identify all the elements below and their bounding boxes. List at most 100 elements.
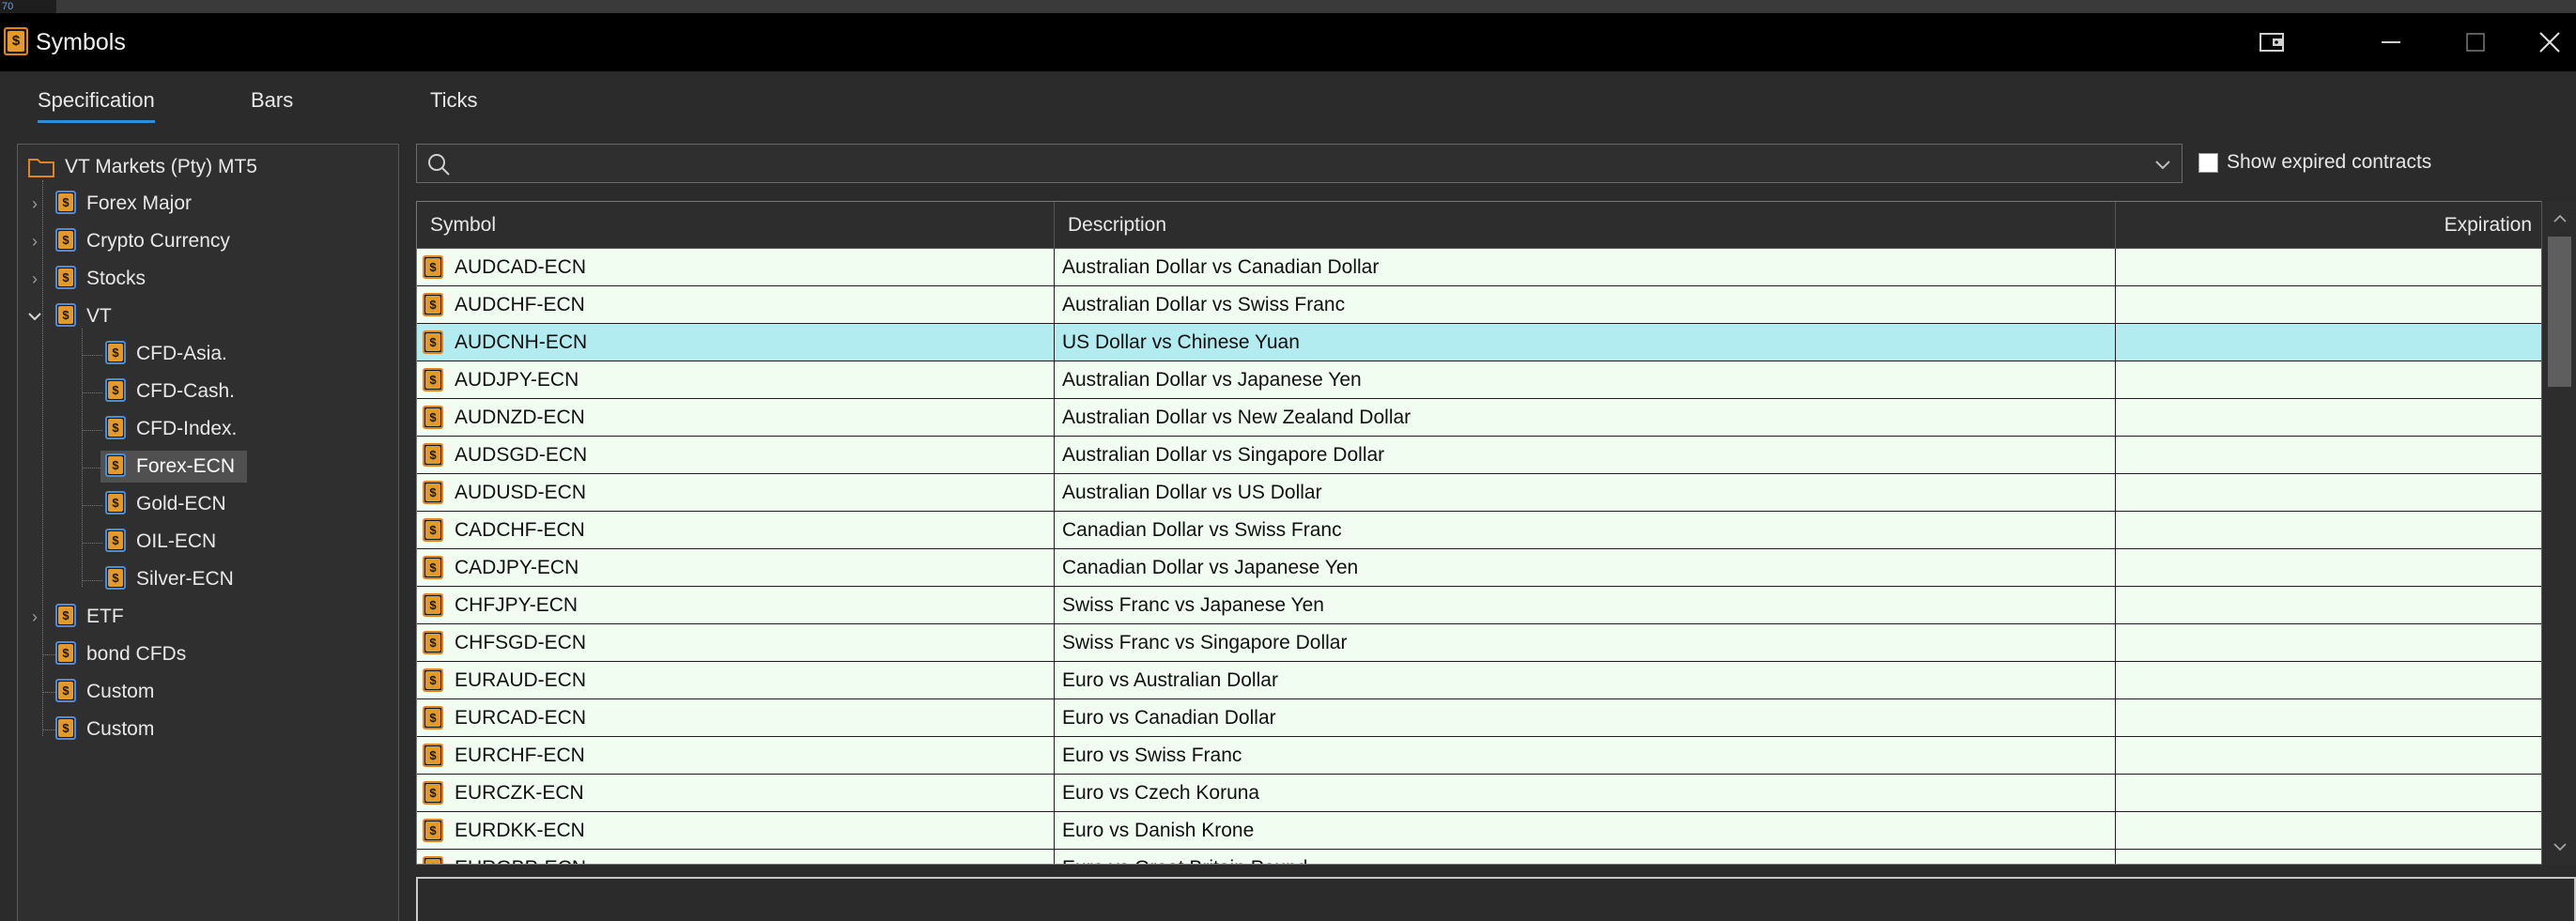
cell-symbol: AUDCNH-ECN: [455, 331, 588, 353]
tree-item-label: CFD-Asia.: [136, 343, 227, 364]
column-separator: [1054, 249, 1055, 864]
chevron-down-icon[interactable]: [27, 309, 42, 324]
table-row[interactable]: $ EURAUD-ECN Euro vs Australian Dollar: [417, 662, 2541, 699]
chevron-right-icon[interactable]: ›: [27, 269, 42, 288]
cell-symbol: AUDUSD-ECN: [455, 482, 587, 503]
vertical-scrollbar[interactable]: [2541, 201, 2576, 865]
table-row[interactable]: $ CHFJPY-ECN Swiss Franc vs Japanese Yen: [417, 587, 2541, 624]
cell-description: Australian Dollar vs Japanese Yen: [1062, 369, 1362, 391]
table-row[interactable]: $ AUDSGD-ECN Australian Dollar vs Singapor…: [417, 437, 2541, 474]
tree-item-label: Silver-ECN: [136, 568, 234, 590]
symbol-tree[interactable]: VT Markets (Pty) MT5 › $ Forex Major › $…: [17, 144, 399, 921]
dollar-coin-icon: $: [423, 706, 443, 729]
cell-description: Euro vs Danish Krone: [1062, 820, 1255, 841]
cell-symbol: AUDCHF-ECN: [455, 294, 585, 315]
scroll-down-icon[interactable]: [2542, 837, 2576, 861]
close-button[interactable]: [2522, 13, 2576, 71]
tree-item-label: Forex-ECN: [136, 455, 236, 477]
cell-description: Canadian Dollar vs Swiss Franc: [1062, 519, 1342, 541]
tab-specification[interactable]: Specification: [38, 88, 155, 123]
tab-ticks[interactable]: Ticks: [430, 88, 478, 120]
cell-symbol: CADCHF-ECN: [455, 519, 585, 541]
cell-symbol: CHFSGD-ECN: [455, 632, 586, 653]
tree-root-label: VT Markets (Pty) MT5: [65, 156, 257, 177]
checkbox[interactable]: [2198, 152, 2218, 173]
dollar-coin-icon: $: [423, 330, 443, 354]
cell-description: Australian Dollar vs New Zealand Dollar: [1062, 407, 1411, 428]
table-row[interactable]: $ CADCHF-ECN Canadian Dollar vs Swiss Fran…: [417, 512, 2541, 549]
tree-item-label: CFD-Cash.: [136, 380, 236, 402]
tree-item-label: VT: [86, 305, 112, 327]
dollar-coin-icon: $: [423, 368, 443, 391]
column-separator[interactable]: [2115, 202, 2116, 249]
cell-symbol: EURCAD-ECN: [455, 707, 587, 729]
table-row[interactable]: $ CHFSGD-ECN Swiss Franc vs Singapore Doll…: [417, 624, 2541, 662]
column-header-symbol[interactable]: Symbol: [430, 202, 496, 249]
tree-connector: [82, 392, 102, 393]
cell-symbol: AUDJPY-ECN: [455, 369, 579, 391]
cell-description: Euro vs Swiss Franc: [1062, 744, 1242, 766]
tree-connector: [42, 180, 43, 736]
dollar-coin-icon: $: [423, 744, 443, 767]
table-row[interactable]: $ EURCZK-ECN Euro vs Czech Koruna: [417, 775, 2541, 812]
chevron-right-icon[interactable]: ›: [27, 194, 42, 213]
taskbar-indicator: 70: [0, 0, 56, 13]
table-row[interactable]: $ EURGBP-ECN Euro vs Great Britain Pound: [417, 850, 2541, 864]
dollar-coin-icon: $: [423, 293, 443, 316]
table-row[interactable]: $ AUDCAD-ECN Australian Dollar vs Canadian…: [417, 249, 2541, 286]
column-separator: [2115, 249, 2116, 864]
tree-connector: [82, 543, 102, 544]
dollar-coin-icon: $: [55, 604, 76, 633]
cell-description: Euro vs Canadian Dollar: [1062, 707, 1276, 729]
column-header-expiration[interactable]: Expiration: [2445, 202, 2532, 249]
dollar-coin-icon: $: [423, 406, 443, 429]
show-expired-label: Show expired contracts: [2227, 151, 2432, 173]
table-row[interactable]: $ AUDCHF-ECN Australian Dollar vs Swiss Fr…: [417, 286, 2541, 324]
tree-connector: [82, 505, 102, 506]
tree-item-label: Crypto Currency: [86, 230, 230, 252]
dollar-coin-icon: $: [423, 781, 443, 805]
wallet-icon[interactable]: [2235, 13, 2310, 71]
table-row[interactable]: $ AUDCNH-ECN US Dollar vs Chinese Yuan: [417, 324, 2541, 361]
cell-symbol: EURCHF-ECN: [455, 744, 585, 766]
dollar-coin-icon: $: [4, 27, 28, 60]
cell-description: US Dollar vs Chinese Yuan: [1062, 331, 1300, 353]
chevron-right-icon[interactable]: ›: [27, 607, 42, 626]
maximize-button[interactable]: [2438, 13, 2513, 71]
table-row[interactable]: $ EURCHF-ECN Euro vs Swiss Franc: [417, 737, 2541, 775]
dollar-coin-icon: $: [55, 641, 76, 670]
tree-connector: [82, 580, 102, 581]
scrollbar-thumb[interactable]: [2548, 237, 2571, 387]
column-separator[interactable]: [1054, 202, 1055, 249]
folder-icon: [27, 156, 55, 184]
cell-symbol: AUDNZD-ECN: [455, 407, 585, 428]
table-row[interactable]: $ EURDKK-ECN Euro vs Danish Krone: [417, 812, 2541, 850]
tree-item-label: CFD-Index.: [136, 418, 238, 439]
table-row[interactable]: $ CADJPY-ECN Canadian Dollar vs Japanese Y…: [417, 549, 2541, 587]
search-input[interactable]: [456, 148, 2128, 178]
cell-description: Euro vs Great Britain Pound: [1062, 850, 2105, 864]
table-row[interactable]: $ AUDNZD-ECN Australian Dollar vs New Zeal…: [417, 399, 2541, 437]
column-header-description[interactable]: Description: [1068, 202, 1166, 249]
cell-symbol: EURAUD-ECN: [455, 669, 587, 691]
tab-bars[interactable]: Bars: [251, 88, 293, 120]
dollar-coin-icon: $: [105, 341, 126, 370]
scroll-up-icon[interactable]: [2542, 207, 2576, 231]
cell-description: Euro vs Australian Dollar: [1062, 669, 1278, 691]
dollar-coin-icon: $: [423, 556, 443, 579]
cell-symbol: AUDSGD-ECN: [455, 444, 588, 466]
window-title: Symbols: [36, 29, 126, 55]
minimize-button[interactable]: [2353, 13, 2429, 71]
table-row[interactable]: $ AUDUSD-ECN Australian Dollar vs US Dolla…: [417, 474, 2541, 512]
table-row[interactable]: $ AUDJPY-ECN Australian Dollar vs Japanese…: [417, 361, 2541, 399]
chevron-right-icon[interactable]: ›: [27, 232, 42, 251]
show-expired-checkbox[interactable]: Show expired contracts: [2198, 151, 2431, 174]
table-row[interactable]: $ EURCAD-ECN Euro vs Canadian Dollar: [417, 699, 2541, 737]
tree-item-label: bond CFDs: [86, 643, 187, 665]
tree-connector: [82, 430, 102, 431]
cell-description: Australian Dollar vs Swiss Franc: [1062, 294, 1346, 315]
search-box[interactable]: [416, 144, 2183, 183]
dollar-coin-icon: $: [105, 416, 126, 445]
cell-symbol: AUDCAD-ECN: [455, 256, 587, 278]
chevron-down-icon[interactable]: [2153, 155, 2172, 178]
